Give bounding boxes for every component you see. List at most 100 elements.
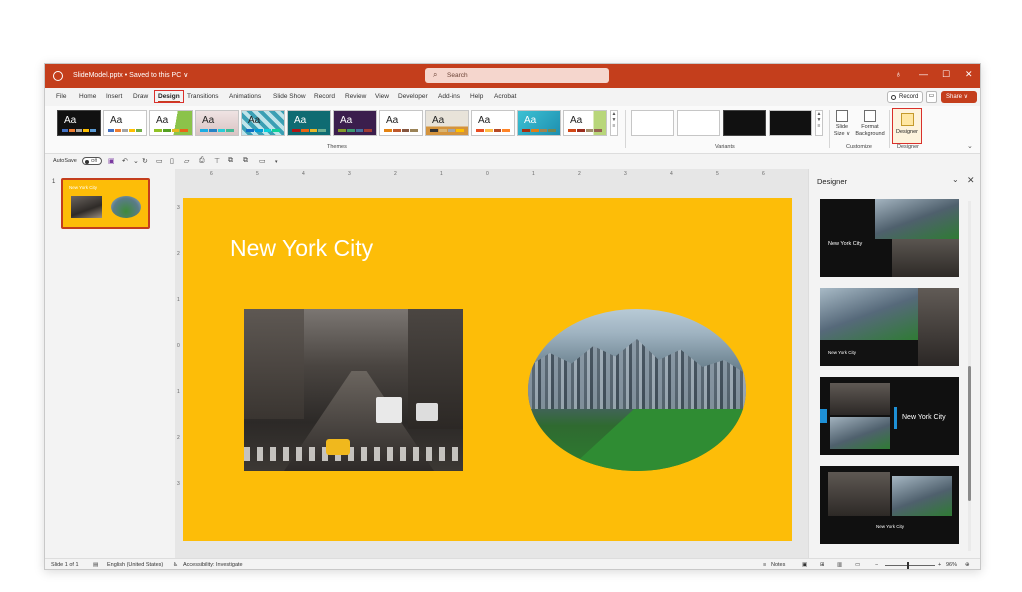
design-idea-3[interactable]: New York City	[820, 377, 959, 455]
theme-office[interactable]: Aa	[103, 110, 147, 136]
tab-draw[interactable]: Draw	[133, 93, 148, 100]
slide-title[interactable]: New York City	[230, 235, 373, 262]
building-left	[244, 309, 304, 419]
zoom-slider[interactable]	[885, 565, 935, 566]
street-traffic-image[interactable]	[244, 309, 463, 471]
notes-button[interactable]: Notes	[771, 562, 785, 568]
variant-1[interactable]	[631, 110, 674, 136]
design-idea-4[interactable]: New York City	[820, 466, 959, 544]
slide-size-icon	[836, 110, 848, 122]
tab-add-ins[interactable]: Add-ins	[438, 93, 460, 100]
designer-options-icon[interactable]: ⌄	[952, 175, 959, 184]
search-box[interactable]: ⌕ Search	[425, 68, 609, 83]
print-icon[interactable]: ⎙	[199, 157, 205, 165]
spellcheck-icon[interactable]: ▤	[93, 562, 98, 568]
presentation-icon[interactable]: ▭	[156, 157, 163, 165]
theme-ion[interactable]: Aa	[287, 110, 331, 136]
slide-canvas[interactable]: New York City	[183, 198, 792, 541]
themes-group-label: Themes	[327, 144, 347, 150]
record-button[interactable]: Record	[887, 91, 923, 103]
theme-ion-boardroom[interactable]: Aa	[241, 110, 285, 136]
toggle-knob	[84, 159, 89, 164]
slideshow-view-icon[interactable]: ▭	[855, 562, 860, 568]
maximize-icon[interactable]: ☐	[942, 69, 950, 80]
theme-retrospect[interactable]: Aa	[379, 110, 423, 136]
theme-office-dark[interactable]: Aa	[57, 110, 101, 136]
tab-home[interactable]: Home	[79, 93, 96, 100]
scrollbar-thumb[interactable]	[968, 366, 971, 501]
accessibility-icon[interactable]: ♿	[173, 562, 178, 568]
designer-button[interactable]: Designer	[892, 108, 922, 144]
theme-facet[interactable]: Aa	[149, 110, 193, 136]
themes-gallery-scroll[interactable]: ▲ ▼ ≡	[610, 110, 618, 136]
title-bar: SlideModel.pptx • Saved to this PC ∨ ⌕ S…	[45, 64, 980, 88]
design-idea-2[interactable]: New York City	[820, 288, 959, 366]
variants-gallery-scroll[interactable]: ▲ ▼ ≡	[815, 110, 823, 136]
ribbon-separator	[889, 110, 890, 148]
undo-icon[interactable]: ↶	[122, 157, 128, 165]
theme-savon[interactable]: Aa	[425, 110, 469, 136]
designer-close-icon[interactable]: ✕	[967, 175, 975, 186]
theme-integral[interactable]: Aa	[195, 110, 239, 136]
tab-record[interactable]: Record	[314, 93, 335, 100]
comments-icon[interactable]: ▭	[926, 91, 937, 103]
theme-wisp[interactable]: Aa	[517, 110, 561, 136]
ribbon-separator	[625, 110, 626, 148]
variant-4[interactable]	[769, 110, 812, 136]
designer-group-label: Designer	[897, 144, 920, 150]
thumbnail-aerial-image	[111, 196, 141, 218]
lightbulb-icon[interactable]: ♁	[895, 69, 902, 79]
accessibility-status[interactable]: Accessibility: Investigate	[183, 562, 243, 568]
zoom-in-icon[interactable]: +	[938, 562, 941, 568]
designer-scrollbar[interactable]	[968, 201, 971, 551]
collapse-ribbon-icon[interactable]: ⌄	[967, 142, 973, 150]
undo-dropdown-icon[interactable]: ⌄	[133, 157, 139, 165]
language-status[interactable]: English (United States)	[107, 562, 163, 568]
tab-animations[interactable]: Animations	[229, 93, 261, 100]
copy-icon[interactable]: ⧉	[243, 157, 248, 165]
tab-view[interactable]: View	[375, 93, 389, 100]
open-folder-icon[interactable]: ▱	[184, 157, 189, 165]
slide-size-button[interactable]: Slide Size ∨	[833, 110, 851, 138]
notes-icon[interactable]: ≡	[763, 562, 766, 568]
tab-file[interactable]: File	[56, 93, 66, 100]
thumbnail-street-image	[71, 196, 102, 218]
minimize-icon[interactable]: —	[919, 69, 928, 79]
format-background-button[interactable]: Format Background	[853, 110, 887, 138]
tab-acrobat[interactable]: Acrobat	[494, 93, 516, 100]
zoom-out-icon[interactable]: −	[875, 562, 878, 568]
tab-developer[interactable]: Developer	[398, 93, 428, 100]
theme-vapor[interactable]: Aa	[563, 110, 607, 136]
fit-to-window-icon[interactable]: ⊕	[965, 562, 970, 568]
slide-thumbnail[interactable]: New York City	[61, 178, 150, 229]
customize-qat-icon[interactable]: ▾	[275, 159, 278, 165]
layout-icon[interactable]: ▭	[259, 157, 266, 165]
tab-help[interactable]: Help	[470, 93, 483, 100]
tab-slide-show[interactable]: Slide Show	[273, 93, 306, 100]
share-button[interactable]: Share ∨	[941, 91, 977, 103]
save-icon[interactable]: ▣	[108, 157, 115, 165]
zoom-level[interactable]: 96%	[946, 562, 957, 568]
theme-organic[interactable]: Aa	[333, 110, 377, 136]
tab-insert[interactable]: Insert	[106, 93, 122, 100]
new-file-icon[interactable]: ▯	[170, 157, 174, 165]
normal-view-icon[interactable]: ▣	[802, 562, 807, 568]
variant-2[interactable]	[677, 110, 720, 136]
document-title[interactable]: SlideModel.pptx • Saved to this PC ∨	[73, 71, 188, 79]
present-icon[interactable]: ⊤	[214, 157, 220, 165]
close-icon[interactable]: ✕	[965, 69, 973, 80]
reading-view-icon[interactable]: ▥	[837, 562, 842, 568]
zoom-slider-thumb[interactable]	[907, 562, 909, 569]
variant-3[interactable]	[723, 110, 766, 136]
tab-transitions[interactable]: Transitions	[187, 93, 219, 100]
horizontal-ruler[interactable]: 6 5 4 3 2 1 0 1 2 3 4 5 6	[185, 171, 795, 180]
slide-sorter-icon[interactable]: ⊞	[820, 562, 825, 568]
theme-slice[interactable]: Aa	[471, 110, 515, 136]
tab-review[interactable]: Review	[345, 93, 366, 100]
autosave-toggle[interactable]: Off	[82, 157, 102, 165]
duplicate-icon[interactable]: ⧉	[228, 157, 233, 165]
redo-icon[interactable]: ↻	[142, 157, 148, 165]
design-idea-1[interactable]: New York City	[820, 199, 959, 277]
aerial-city-image[interactable]	[528, 309, 746, 471]
tab-design[interactable]: Design	[154, 90, 184, 103]
